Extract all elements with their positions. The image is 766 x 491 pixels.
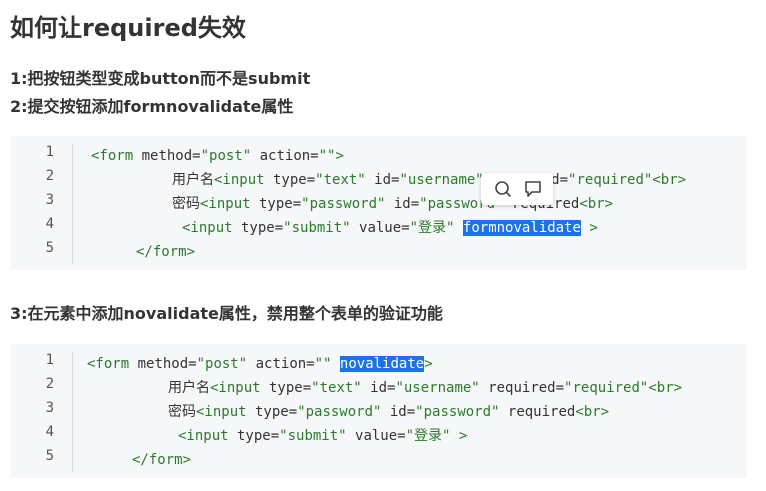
code-line: <form method="post" action="" novalidate… — [87, 356, 433, 372]
selection-toolbar — [481, 173, 553, 205]
code-line: <input type="submit" value="登录" formnova… — [182, 220, 598, 236]
line-number: 2 — [45, 376, 54, 392]
code-line: 用户名<input type="text" id="username" requ… — [168, 380, 683, 396]
line-number: 5 — [45, 240, 54, 256]
code-line: <form method="post" action=""> — [91, 148, 344, 164]
line-number: 4 — [45, 216, 54, 232]
code-line: </form> — [132, 452, 192, 468]
line-number: 1 — [45, 352, 54, 368]
search-icon[interactable] — [493, 179, 513, 199]
line-number: 3 — [45, 192, 54, 208]
code-line: 密码<input type="password" id="password" r… — [168, 404, 610, 420]
code-block-1: 1 2 3 4 5 <form method="post" action="">… — [10, 136, 747, 270]
step-1-text: 1:把按钮类型变成button而不是submit — [10, 69, 311, 88]
line-number: 5 — [45, 448, 54, 464]
line-number: 1 — [45, 144, 54, 160]
code-block-2: 1 2 3 4 5 <form method="post" action="" … — [10, 344, 747, 478]
selected-text: novalidate — [339, 356, 425, 372]
code-line: </form> — [136, 244, 196, 260]
page-title: 如何让required失效 — [10, 14, 246, 42]
selected-text: formnovalidate — [462, 220, 581, 236]
comment-icon[interactable] — [523, 179, 543, 199]
code-line: 用户名<input type="text" id="username" requ… — [172, 172, 687, 188]
line-number: 2 — [45, 168, 54, 184]
line-number: 3 — [45, 400, 54, 416]
line-number: 4 — [45, 424, 54, 440]
step-3-text: 3:在元素中添加novalidate属性，禁用整个表单的验证功能 — [10, 304, 443, 323]
code-line: <input type="submit" value="登录" > — [178, 428, 468, 444]
step-2-text: 2:提交按钮添加formnovalidate属性 — [10, 97, 294, 116]
